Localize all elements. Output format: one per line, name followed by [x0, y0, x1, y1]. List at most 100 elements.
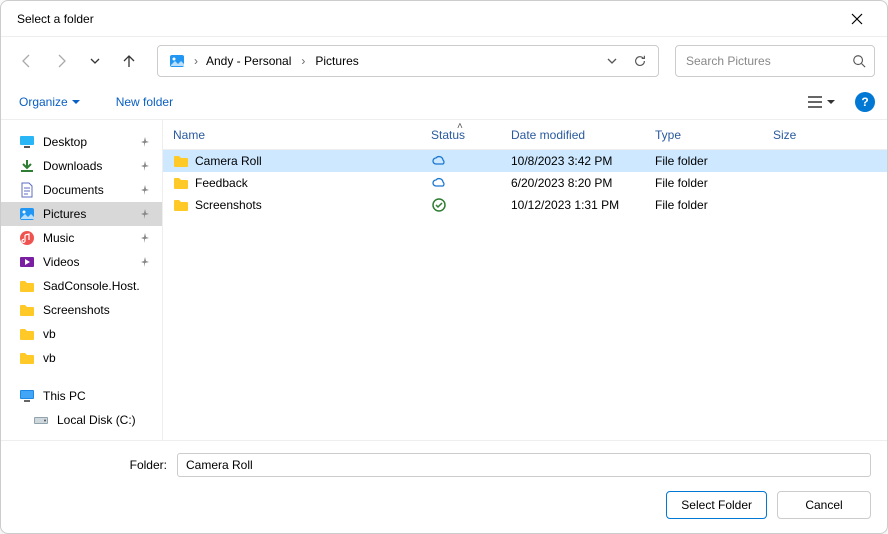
column-headers: Name ˄ Status Date modified Type Size [163, 120, 887, 150]
toolbar: Organize New folder ? [1, 85, 887, 120]
file-name: Camera Roll [195, 154, 262, 168]
folder-icon [173, 153, 189, 169]
sidebar-item-sadconsole-host-[interactable]: SadConsole.Host. [1, 274, 162, 298]
sidebar-item-local-disk[interactable]: Local Disk (C:) [1, 408, 162, 432]
sidebar-item-documents[interactable]: Documents [1, 178, 162, 202]
sidebar-item-screenshots[interactable]: Screenshots [1, 298, 162, 322]
breadcrumb-separator-icon: › [192, 54, 200, 68]
cancel-button[interactable]: Cancel [777, 491, 871, 519]
folder-field-label: Folder: [17, 458, 167, 472]
file-status [421, 175, 501, 191]
file-status [421, 197, 501, 213]
sidebar-item-this-pc[interactable]: This PC [1, 384, 162, 408]
file-row[interactable]: Camera Roll 10/8/2023 3:42 PMFile folder [163, 150, 887, 172]
sidebar-item-vb[interactable]: vb [1, 322, 162, 346]
pictures-location-icon [168, 52, 186, 70]
documents-icon [19, 182, 35, 198]
breadcrumb-item[interactable]: Pictures [309, 50, 364, 72]
breadcrumb: Andy - Personal › Pictures [200, 50, 598, 72]
search-icon [852, 54, 866, 68]
videos-icon [19, 254, 35, 270]
address-bar[interactable]: › Andy - Personal › Pictures [157, 45, 659, 77]
back-button[interactable] [13, 47, 41, 75]
sidebar-item-label: Local Disk (C:) [57, 413, 152, 427]
sidebar-item-label: vb [43, 351, 152, 365]
disk-icon [33, 412, 49, 428]
file-type: File folder [645, 154, 763, 168]
file-date: 10/12/2023 1:31 PM [501, 198, 645, 212]
sort-indicator-icon: ˄ [457, 121, 463, 132]
folder-icon [173, 197, 189, 213]
folder-icon [173, 175, 189, 191]
file-rows: Camera Roll10/8/2023 3:42 PMFile folderF… [163, 150, 887, 440]
refresh-button[interactable] [626, 47, 654, 75]
breadcrumb-item[interactable]: Andy - Personal [200, 50, 297, 72]
column-header-name[interactable]: Name [163, 128, 421, 142]
sidebar-item-label: Screenshots [43, 303, 152, 317]
sidebar-item-label: Downloads [43, 159, 130, 173]
file-row[interactable]: Feedback 6/20/2023 8:20 PMFile folder [163, 172, 887, 194]
downloads-icon [19, 158, 35, 174]
sidebar-item-desktop[interactable]: Desktop [1, 130, 162, 154]
folder-icon [19, 350, 35, 366]
sidebar-item-label: This PC [43, 389, 152, 403]
arrow-right-icon [53, 53, 69, 69]
sidebar-item-downloads[interactable]: Downloads [1, 154, 162, 178]
search-box[interactable] [675, 45, 875, 77]
pin-icon [138, 161, 152, 171]
close-button[interactable] [835, 3, 879, 35]
file-name: Screenshots [195, 198, 262, 212]
recent-locations-button[interactable] [81, 47, 109, 75]
navbar: › Andy - Personal › Pictures [1, 37, 887, 85]
sidebar-item-label: Documents [43, 183, 130, 197]
arrow-up-icon [121, 53, 137, 69]
titlebar: Select a folder [1, 1, 887, 37]
file-row[interactable]: Screenshots10/12/2023 1:31 PMFile folder [163, 194, 887, 216]
column-header-size[interactable]: Size [763, 128, 843, 142]
help-button[interactable]: ? [855, 92, 875, 112]
search-input[interactable] [684, 53, 852, 69]
forward-button[interactable] [47, 47, 75, 75]
file-name: Feedback [195, 176, 248, 190]
file-list-panel: Name ˄ Status Date modified Type Size Ca… [163, 120, 887, 440]
file-type: File folder [645, 176, 763, 190]
folder-icon [19, 302, 35, 318]
organize-button[interactable]: Organize [13, 91, 86, 113]
sidebar-item-label: Videos [43, 255, 130, 269]
pin-icon [138, 233, 152, 243]
sidebar-item-music[interactable]: Music [1, 226, 162, 250]
sidebar-item-pictures[interactable]: Pictures [1, 202, 162, 226]
view-options-button[interactable] [799, 91, 843, 113]
dialog-title: Select a folder [17, 12, 94, 26]
column-header-date[interactable]: Date modified [501, 128, 645, 142]
column-header-type[interactable]: Type [645, 128, 763, 142]
file-status [421, 153, 501, 169]
pin-icon [138, 185, 152, 195]
organize-label: Organize [19, 95, 68, 109]
select-folder-button[interactable]: Select Folder [666, 491, 767, 519]
up-button[interactable] [115, 47, 143, 75]
sidebar-item-videos[interactable]: Videos [1, 250, 162, 274]
list-view-icon [807, 95, 823, 109]
folder-icon [19, 278, 35, 294]
pin-icon [138, 209, 152, 219]
sidebar-item-label: Music [43, 231, 130, 245]
address-history-button[interactable] [598, 47, 626, 75]
content-area: Desktop Downloads Documents Pictures Music Vi… [1, 120, 887, 440]
file-date: 10/8/2023 3:42 PM [501, 154, 645, 168]
pin-icon [138, 137, 152, 147]
pc-icon [19, 388, 35, 404]
chevron-down-icon [606, 55, 618, 67]
folder-name-input[interactable] [177, 453, 871, 477]
sidebar-item-vb[interactable]: vb [1, 346, 162, 370]
sidebar-item-label: SadConsole.Host. [43, 279, 152, 293]
folder-icon [19, 326, 35, 342]
chevron-down-icon [89, 55, 101, 67]
new-folder-label: New folder [116, 95, 173, 109]
folder-picker-dialog: Select a folder › Andy - Personal › Pic [0, 0, 888, 534]
sidebar-item-label: Pictures [43, 207, 130, 221]
file-date: 6/20/2023 8:20 PM [501, 176, 645, 190]
new-folder-button[interactable]: New folder [110, 91, 179, 113]
pin-icon [138, 257, 152, 267]
footer: Folder: Select Folder Cancel [1, 440, 887, 533]
